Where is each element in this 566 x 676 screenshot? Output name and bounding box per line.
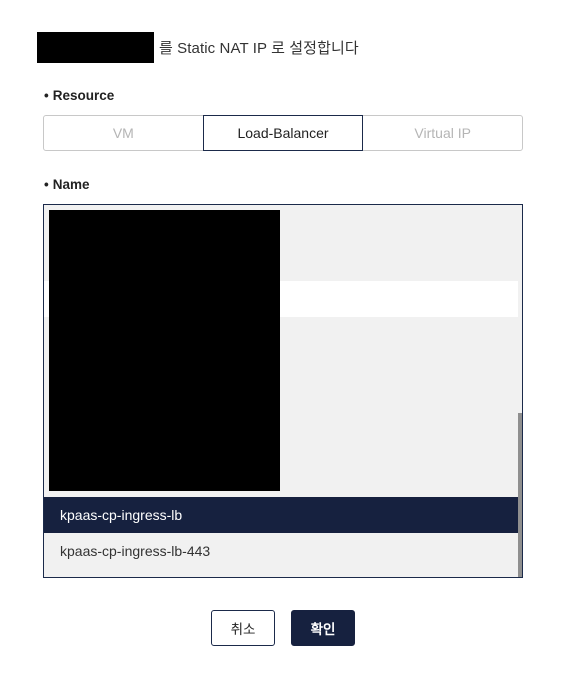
listbox-scroll-thumb[interactable] bbox=[518, 413, 522, 577]
name-label-text: Name bbox=[52, 177, 90, 192]
resource-segmented-control: VM Load-Balancer Virtual IP bbox=[43, 115, 524, 151]
bullet-icon: • bbox=[44, 88, 49, 103]
list-item-selected[interactable]: kpaas-cp-ingress-lb bbox=[44, 497, 518, 533]
redacted-resource-name bbox=[37, 32, 154, 63]
resource-option-load-balancer[interactable]: Load-Balancer bbox=[202, 115, 364, 151]
name-listbox[interactable]: kpaas-cp-ingress-lb kpaas-cp-ingress-lb-… bbox=[43, 204, 523, 578]
bullet-icon: • bbox=[44, 177, 49, 192]
resource-option-virtual-ip[interactable]: Virtual IP bbox=[362, 115, 524, 151]
resource-label-text: Resource bbox=[52, 88, 115, 103]
dialog-title-text: 를 Static NAT IP 로 설정합니다 bbox=[159, 40, 359, 57]
redacted-list-items bbox=[49, 210, 280, 491]
dialog-title: 를 Static NAT IP 로 설정합니다 bbox=[37, 32, 359, 63]
cancel-button[interactable]: 취소 bbox=[211, 610, 275, 646]
list-item[interactable]: kpaas-cp-ingress-lb-443 bbox=[44, 533, 518, 569]
listbox-scrollbar[interactable] bbox=[518, 205, 522, 577]
name-label: • Name bbox=[44, 177, 90, 192]
resource-option-vm[interactable]: VM bbox=[43, 115, 204, 151]
confirm-button[interactable]: 확인 bbox=[291, 610, 355, 646]
resource-label: • Resource bbox=[44, 88, 114, 103]
